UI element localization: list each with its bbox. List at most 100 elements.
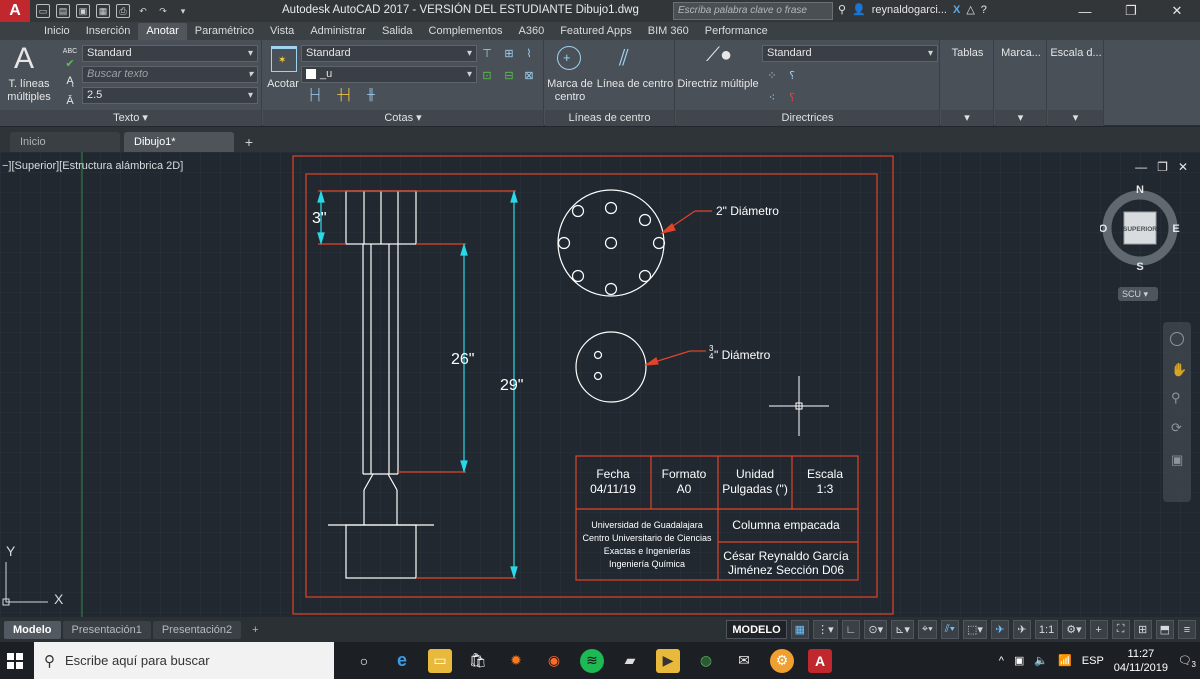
orbit-icon[interactable]: ⟳ <box>1171 420 1182 436</box>
layout-tab-presentacion1[interactable]: Presentación1 <box>62 620 151 639</box>
network-icon[interactable]: 📶 <box>1058 654 1072 667</box>
dim-update-icon[interactable]: ⊡ <box>479 68 495 82</box>
undo-icon[interactable]: ↶ <box>136 4 150 18</box>
dimension-icon[interactable]: ✶ <box>271 46 297 72</box>
multiline-text-label-1[interactable]: T. líneas <box>4 78 54 91</box>
ribbon-tab-vista[interactable]: Vista <box>262 23 302 40</box>
file-explorer-icon[interactable]: ▭ <box>428 648 452 673</box>
showmotion-icon[interactable]: ▣ <box>1171 452 1183 468</box>
ribbon-tab-param-trico[interactable]: Paramétrico <box>187 23 262 40</box>
dim-layer-select[interactable]: _u <box>301 66 477 83</box>
app-card-icon[interactable]: ▰ <box>618 649 642 673</box>
layout-tab-presentacion2[interactable]: Presentación2 <box>152 620 242 639</box>
store-icon[interactable]: 🛍 <box>466 649 490 673</box>
zoom-icon[interactable]: ⚲ <box>1171 390 1181 406</box>
tray-app-icon[interactable]: ▣ <box>1014 654 1024 667</box>
ribbon-tab-featured-apps[interactable]: Featured Apps <box>552 23 640 40</box>
notifications-icon[interactable]: 🗨 3 <box>1178 654 1196 669</box>
center-mark-label-1[interactable]: Marca de <box>545 78 595 91</box>
viewport-restore-icon[interactable]: ❐ <box>1157 160 1168 174</box>
quick-properties-icon[interactable]: ⊞ <box>1133 620 1152 639</box>
panel-tablas-expand[interactable]: ▾ <box>941 110 993 126</box>
edge-icon[interactable]: e <box>390 649 414 673</box>
redo-icon[interactable]: ↷ <box>156 4 170 18</box>
pan-icon[interactable]: ✋ <box>1171 362 1187 378</box>
print-icon[interactable]: ⎙ <box>116 4 130 18</box>
acotar-label[interactable]: Acotar <box>263 78 303 91</box>
find-text-icon[interactable]: Ą <box>62 74 78 88</box>
panel-marca-label[interactable]: Marca... <box>995 47 1047 60</box>
maximize-icon[interactable]: ❐ <box>1108 0 1154 22</box>
mleader-style-select[interactable]: Standard <box>762 45 938 62</box>
customize-toolbar-icon[interactable]: ▾ <box>176 4 190 18</box>
dim-style-select[interactable]: Standard <box>301 45 477 62</box>
ribbon-tab-bim-360[interactable]: BIM 360 <box>640 23 697 40</box>
text-style-select[interactable]: Standard <box>82 45 258 62</box>
text-height-icon[interactable]: Ā <box>62 94 78 108</box>
auto-scale-icon[interactable]: ✈ <box>1012 620 1031 639</box>
center-mark-icon[interactable]: + <box>557 46 581 70</box>
windows-start-icon[interactable] <box>0 642 30 679</box>
text-height-select[interactable]: 2.5 <box>82 87 258 104</box>
dim-linear-icon[interactable]: ├┤ <box>307 88 323 102</box>
autocad-taskbar-icon[interactable]: A <box>808 648 832 673</box>
panel-marca-expand[interactable]: ▾ <box>995 110 1046 126</box>
panel-title-lineas-centro[interactable]: Líneas de centro <box>545 110 674 126</box>
close-icon[interactable]: ✕ <box>1154 0 1200 22</box>
annotation-monitor-icon[interactable]: + <box>1089 620 1108 639</box>
clock[interactable]: 11:27 04/11/2019 <box>1114 647 1168 675</box>
check-icon[interactable]: ✔ <box>62 56 78 70</box>
grid-icon[interactable]: ▦ <box>790 620 810 639</box>
osnap-icon[interactable]: ⌖▾ <box>917 620 937 639</box>
ribbon-tab-administrar[interactable]: Administrar <box>302 23 374 40</box>
lineweight-icon[interactable]: ⫽▾ <box>940 620 959 639</box>
doc-tab-dibujo1[interactable]: Dibujo1* <box>124 132 234 152</box>
dim-baseline-icon[interactable]: ╫ <box>363 88 379 102</box>
ribbon-tab-complementos[interactable]: Complementos <box>421 23 511 40</box>
task-view-icon[interactable]: ○ <box>352 649 376 673</box>
panel-title-texto[interactable]: Texto ▾ <box>0 110 261 126</box>
multiline-text-label-2[interactable]: múltiples <box>4 91 54 104</box>
dim-adjust-icon[interactable]: ⊞ <box>501 46 517 60</box>
find-text-input[interactable]: Buscar texto <box>82 66 258 83</box>
a360-icon[interactable]: △ <box>966 3 974 16</box>
ribbon-tab-performance[interactable]: Performance <box>697 23 776 40</box>
dim-continue-icon[interactable]: ┼┤ <box>337 88 353 102</box>
new-file-icon[interactable]: ▭ <box>36 4 50 18</box>
media-player-icon[interactable]: ▶ <box>656 648 680 673</box>
navigation-bar[interactable]: ✋ ⚲ ⟳ ▣ <box>1163 322 1191 502</box>
ribbon-tab-a360[interactable]: A360 <box>511 23 553 40</box>
panel-tablas-label[interactable]: Tablas <box>941 47 994 60</box>
dim-jog-icon[interactable]: ⌇ <box>521 46 537 60</box>
add-leader-icon[interactable]: ⁘ <box>764 68 780 82</box>
user-name[interactable]: reynaldogarci... <box>872 4 947 16</box>
open-file-icon[interactable]: ▤ <box>56 4 70 18</box>
multileader-label[interactable]: Directriz múltiple <box>676 78 760 91</box>
viewport-minimize-icon[interactable]: — <box>1135 160 1147 174</box>
ribbon-tab-inicio[interactable]: Inicio <box>36 23 78 40</box>
collect-leader-icon[interactable]: ⸮ <box>784 90 800 104</box>
ribbon-tab-salida[interactable]: Salida <box>374 23 421 40</box>
annotation-visibility-icon[interactable]: ✈ <box>990 620 1009 639</box>
app-round-icon[interactable]: ⚙ <box>770 648 794 673</box>
doc-tab-inicio[interactable]: Inicio <box>10 132 120 152</box>
snap-icon[interactable]: ⋮▾ <box>813 620 838 639</box>
firefox-icon[interactable]: ◉ <box>542 649 566 673</box>
taskbar-search-box[interactable]: ⚲ Escribe aquí para buscar <box>34 642 334 679</box>
center-mark-label-2[interactable]: centro <box>545 91 595 104</box>
help-icon[interactable]: ? <box>981 4 987 16</box>
spotify-icon[interactable]: ≋ <box>580 648 604 673</box>
center-line-label[interactable]: Línea de centro <box>595 78 675 91</box>
customization-icon[interactable]: ≡ <box>1178 620 1196 639</box>
ribbon-tab-inserci-n[interactable]: Inserción <box>78 23 139 40</box>
binoculars-icon[interactable]: ⚲ <box>838 3 846 16</box>
multileader-icon[interactable]: ⟋● <box>706 44 736 72</box>
volume-icon[interactable]: 🔈 <box>1034 654 1048 667</box>
annotation-scale[interactable]: 1:1 <box>1034 620 1059 639</box>
mail-icon[interactable]: ✉ <box>732 649 756 673</box>
polar-icon[interactable]: ⊙▾ <box>864 620 888 639</box>
workspace-gear-icon[interactable]: ⚙▾ <box>1062 620 1086 639</box>
tray-chevron-icon[interactable]: ^ <box>999 655 1004 667</box>
panel-escala-expand[interactable]: ▾ <box>1048 110 1103 126</box>
layout-tab-modelo[interactable]: Modelo <box>4 620 61 639</box>
